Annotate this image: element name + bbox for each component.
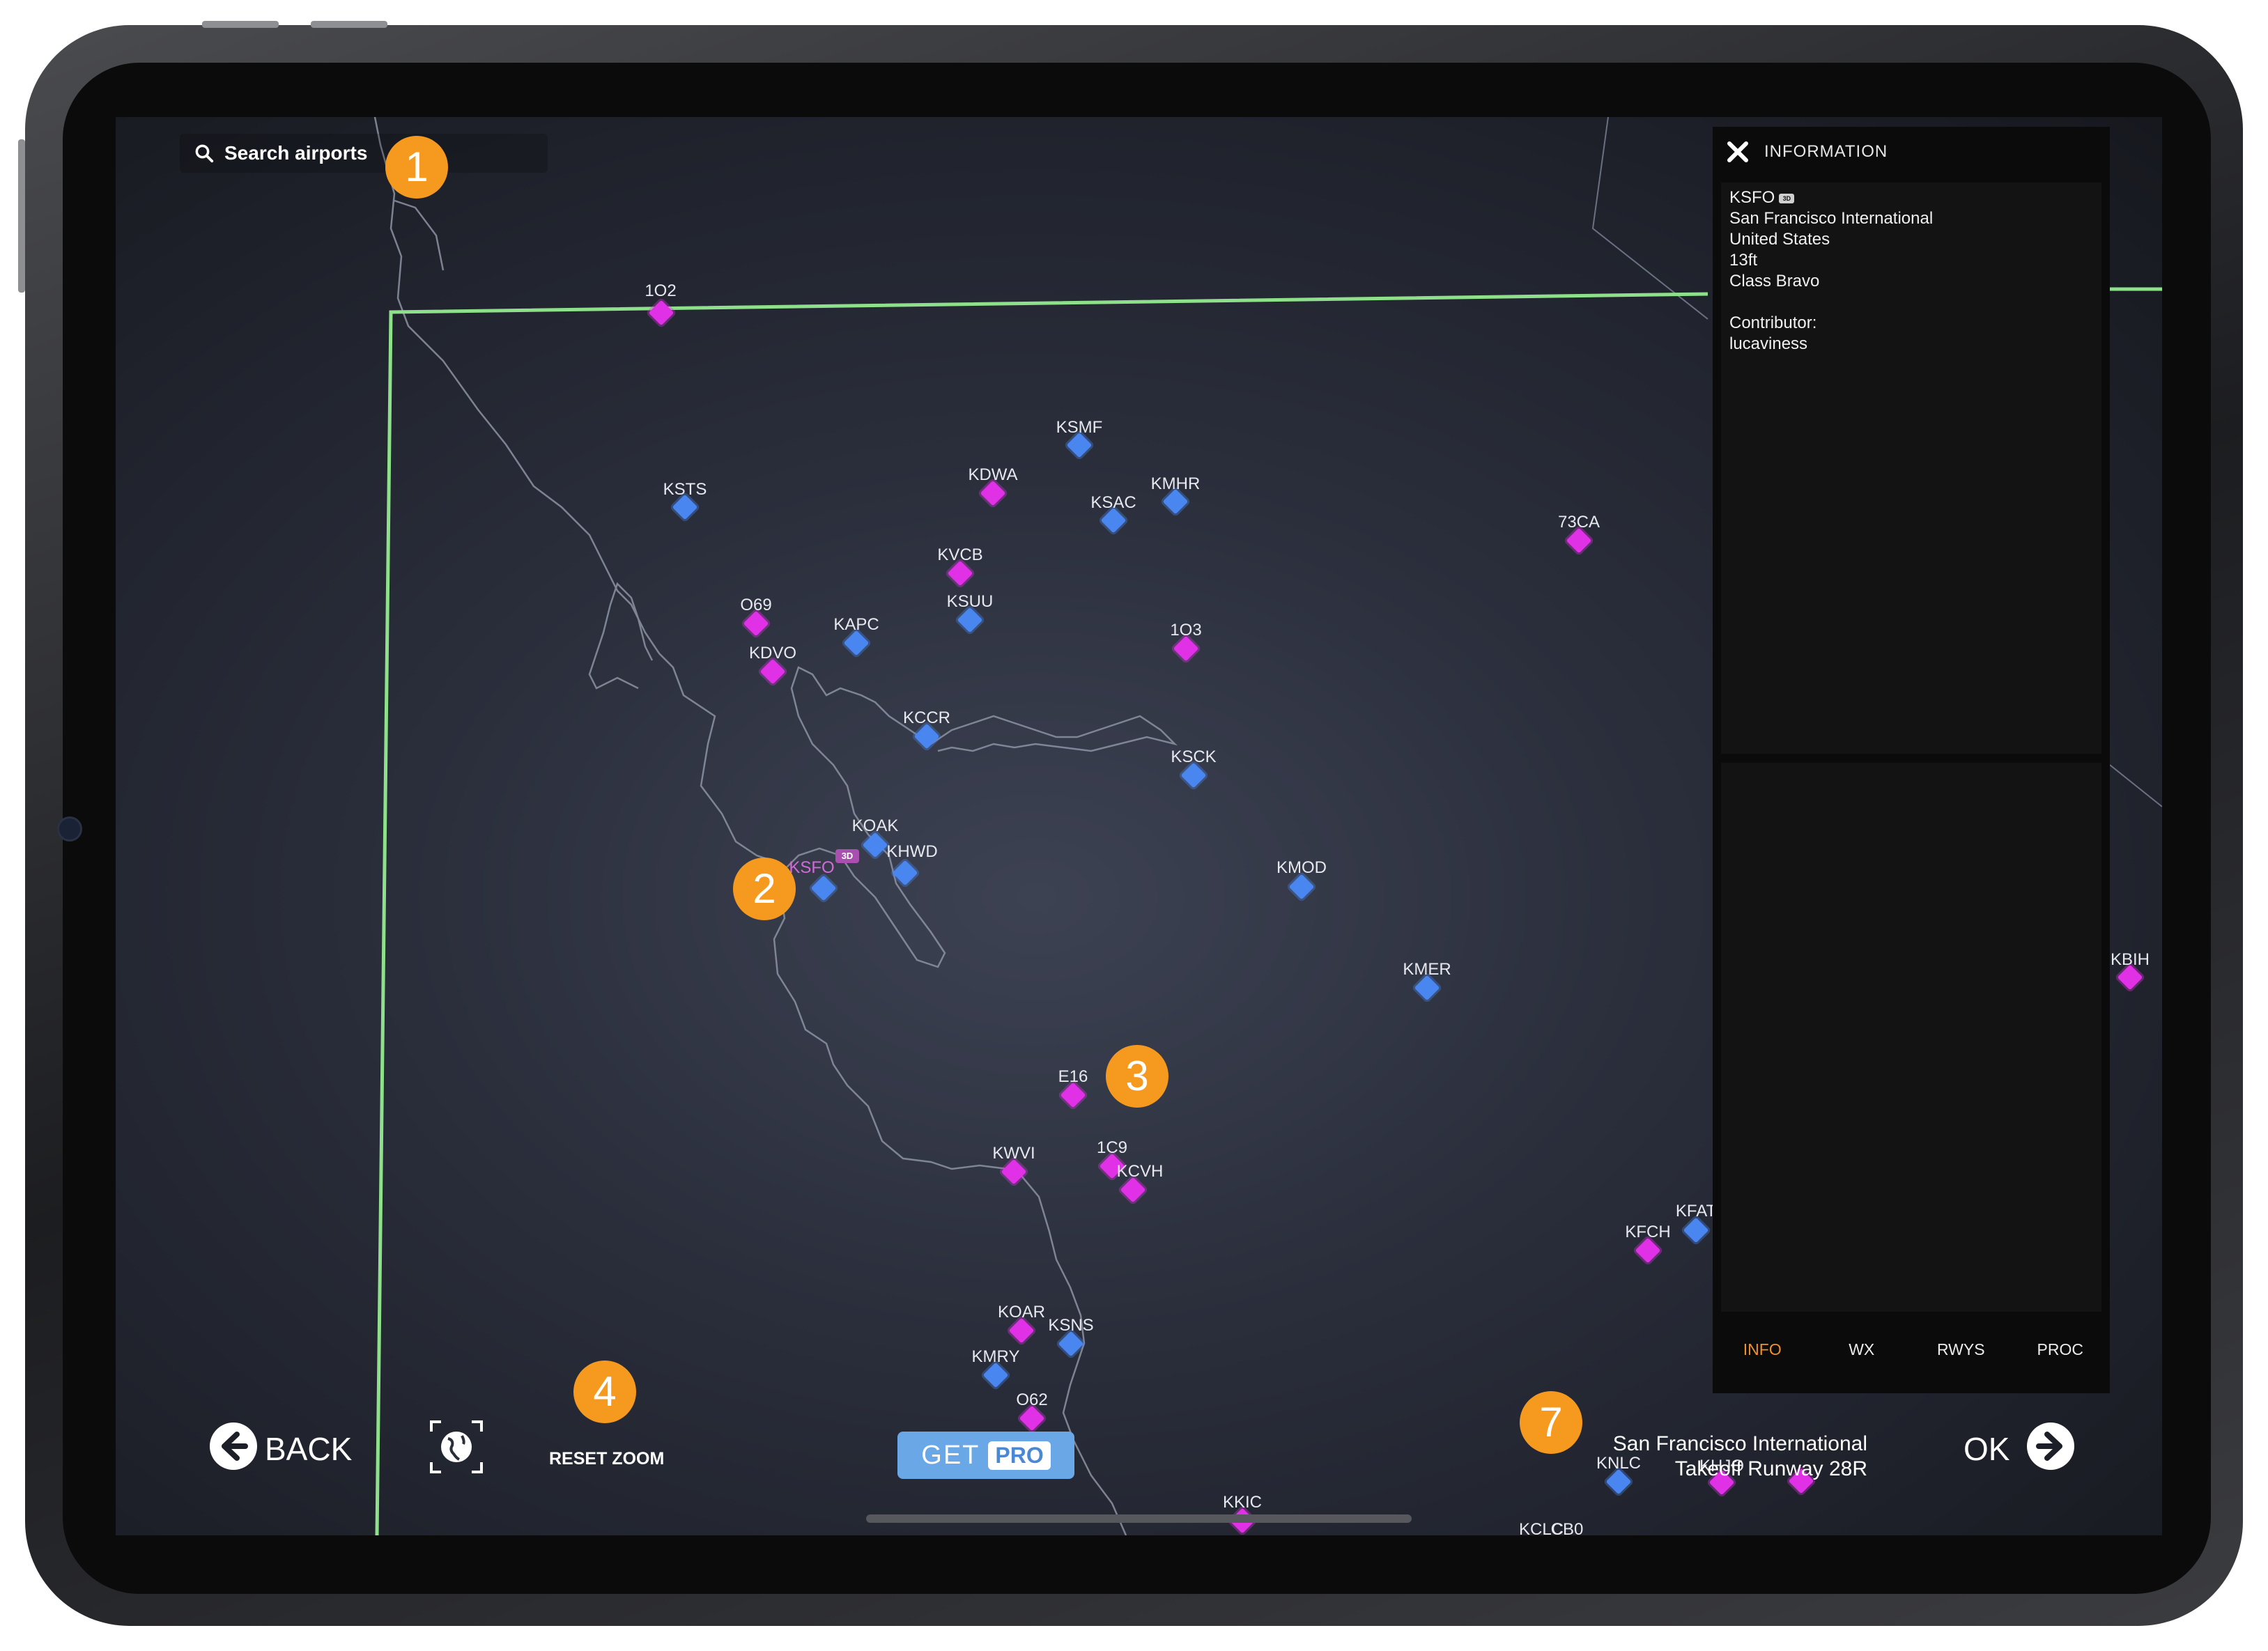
tab-proc[interactable]: PROC xyxy=(2011,1325,2111,1374)
airport-label[interactable]: KNLC xyxy=(1596,1454,1641,1473)
close-icon[interactable] xyxy=(1725,139,1750,164)
home-indicator xyxy=(866,1514,1412,1523)
power-button xyxy=(18,139,25,293)
airport-label[interactable]: KSAC xyxy=(1090,493,1136,513)
airport-label[interactable]: KSTS xyxy=(663,480,707,499)
callout-4: 4 xyxy=(573,1361,636,1423)
airport-label[interactable]: 73CA xyxy=(1558,513,1600,532)
airport-label[interactable]: KVCB xyxy=(937,545,982,565)
info-elevation: 13ft xyxy=(1729,251,1758,270)
back-label: BACK xyxy=(265,1431,353,1467)
reset-zoom-button[interactable]: RESET ZOOM xyxy=(549,1449,664,1469)
airport-label[interactable]: KFAT xyxy=(1676,1202,1716,1221)
airport-label[interactable]: KSFO xyxy=(789,858,834,878)
volume-button xyxy=(202,21,279,28)
airport-label[interactable]: KFCH xyxy=(1625,1223,1670,1242)
airport-label[interactable]: KCVH xyxy=(1117,1162,1164,1181)
airport-label[interactable]: KAPC xyxy=(833,615,879,635)
ok-label: OK xyxy=(1964,1431,2010,1467)
callout-2: 2 xyxy=(733,858,796,920)
info-secondary-area xyxy=(1721,763,2101,1312)
ok-button[interactable]: OK xyxy=(1964,1420,2082,1472)
airport-label[interactable]: KDVO xyxy=(749,644,796,663)
get-pro-button[interactable]: GET PRO xyxy=(897,1432,1074,1479)
state-border xyxy=(2109,764,2162,807)
airport-label[interactable]: O69 xyxy=(740,596,771,615)
airport-label[interactable]: KHWD xyxy=(886,842,937,862)
pro-label: PRO xyxy=(988,1441,1051,1470)
back-button[interactable]: BACK xyxy=(209,1420,352,1472)
airspace-boundary xyxy=(375,292,1708,1535)
airport-label[interactable]: CB0 xyxy=(1551,1520,1584,1535)
airport-label[interactable]: KWVI xyxy=(992,1144,1035,1163)
callout-3: 3 xyxy=(1106,1045,1168,1108)
airport-label[interactable]: KKIC xyxy=(1223,1493,1262,1512)
camera-icon xyxy=(57,816,82,842)
airport-label[interactable]: 1O3 xyxy=(1170,621,1201,640)
state-border xyxy=(1591,117,1708,320)
airport-label[interactable]: KBIH xyxy=(2111,950,2150,970)
bay-outline xyxy=(588,582,654,690)
info-country: United States xyxy=(1729,230,1830,249)
info-icao: KSFO xyxy=(1729,188,1775,207)
bay-outline xyxy=(784,666,1178,968)
info-contributor: lucaviness xyxy=(1729,334,1808,353)
get-label: GET xyxy=(921,1440,980,1470)
callout-7: 7 xyxy=(1520,1391,1582,1454)
search-input[interactable]: Search airports xyxy=(180,134,548,173)
callout-1: 1 xyxy=(385,136,448,199)
airport-label[interactable]: KDWA xyxy=(968,465,1017,485)
coastline xyxy=(373,117,1127,1535)
airport-label[interactable]: KSCK xyxy=(1171,747,1216,767)
info-name: San Francisco International xyxy=(1729,209,1934,228)
information-header: INFORMATION xyxy=(1713,127,2110,177)
search-icon xyxy=(195,144,214,163)
tab-wx[interactable]: WX xyxy=(1812,1325,1912,1374)
info-3d-badge: 3D xyxy=(1779,193,1795,203)
airport-label[interactable]: 1O2 xyxy=(645,281,676,301)
airport-label[interactable]: 1C9 xyxy=(1097,1138,1127,1158)
information-panel: INFORMATION KSFO 3D San Francisco Interna… xyxy=(1713,127,2110,1393)
airport-label[interactable]: KSMF xyxy=(1056,418,1103,437)
airport-label[interactable]: KSNS xyxy=(1048,1316,1093,1335)
info-icao-row: KSFO 3D xyxy=(1729,188,1795,208)
airport-label[interactable]: E16 xyxy=(1058,1067,1088,1087)
search-placeholder: Search airports xyxy=(224,142,368,164)
ksfo-3d-badge: 3D xyxy=(835,849,859,863)
arrow-right-circle-icon xyxy=(2027,1423,2074,1470)
airport-label[interactable]: KMER xyxy=(1403,960,1451,979)
airport-label[interactable]: KOAR xyxy=(998,1303,1045,1322)
destination-line-2: Takeoff Runway 28R xyxy=(1674,1457,1867,1480)
destination-line-1: San Francisco International xyxy=(1612,1432,1867,1455)
tab-info[interactable]: INFO xyxy=(1713,1325,1812,1374)
tab-rwys[interactable]: RWYS xyxy=(1911,1325,2011,1374)
info-tabs: INFO WX RWYS PROC xyxy=(1713,1325,2110,1374)
volume-button xyxy=(311,21,387,28)
airport-label[interactable]: KMRY xyxy=(972,1347,1020,1367)
airport-label[interactable]: O62 xyxy=(1016,1390,1047,1410)
info-details: KSFO 3D San Francisco International Unite… xyxy=(1721,183,2101,754)
airport-label[interactable]: KMOD xyxy=(1276,858,1327,878)
info-airspace: Class Bravo xyxy=(1729,272,1820,290)
globe-icon[interactable] xyxy=(429,1419,484,1475)
airport-label[interactable]: KSUU xyxy=(947,592,994,612)
app-screen: 1O2 KSTS KSMF KDWA KSAC KMHR 73CA KVCB KSUU O69 KA… xyxy=(116,117,2162,1535)
arrow-left-circle-icon xyxy=(210,1423,257,1470)
airport-label[interactable]: KOAK xyxy=(852,816,899,836)
information-title: INFORMATION xyxy=(1764,142,1888,161)
airport-label[interactable]: KCCR xyxy=(903,708,950,728)
airport-label[interactable]: KMHR xyxy=(1151,474,1201,494)
info-contributor-label: Contributor: xyxy=(1729,313,1817,332)
